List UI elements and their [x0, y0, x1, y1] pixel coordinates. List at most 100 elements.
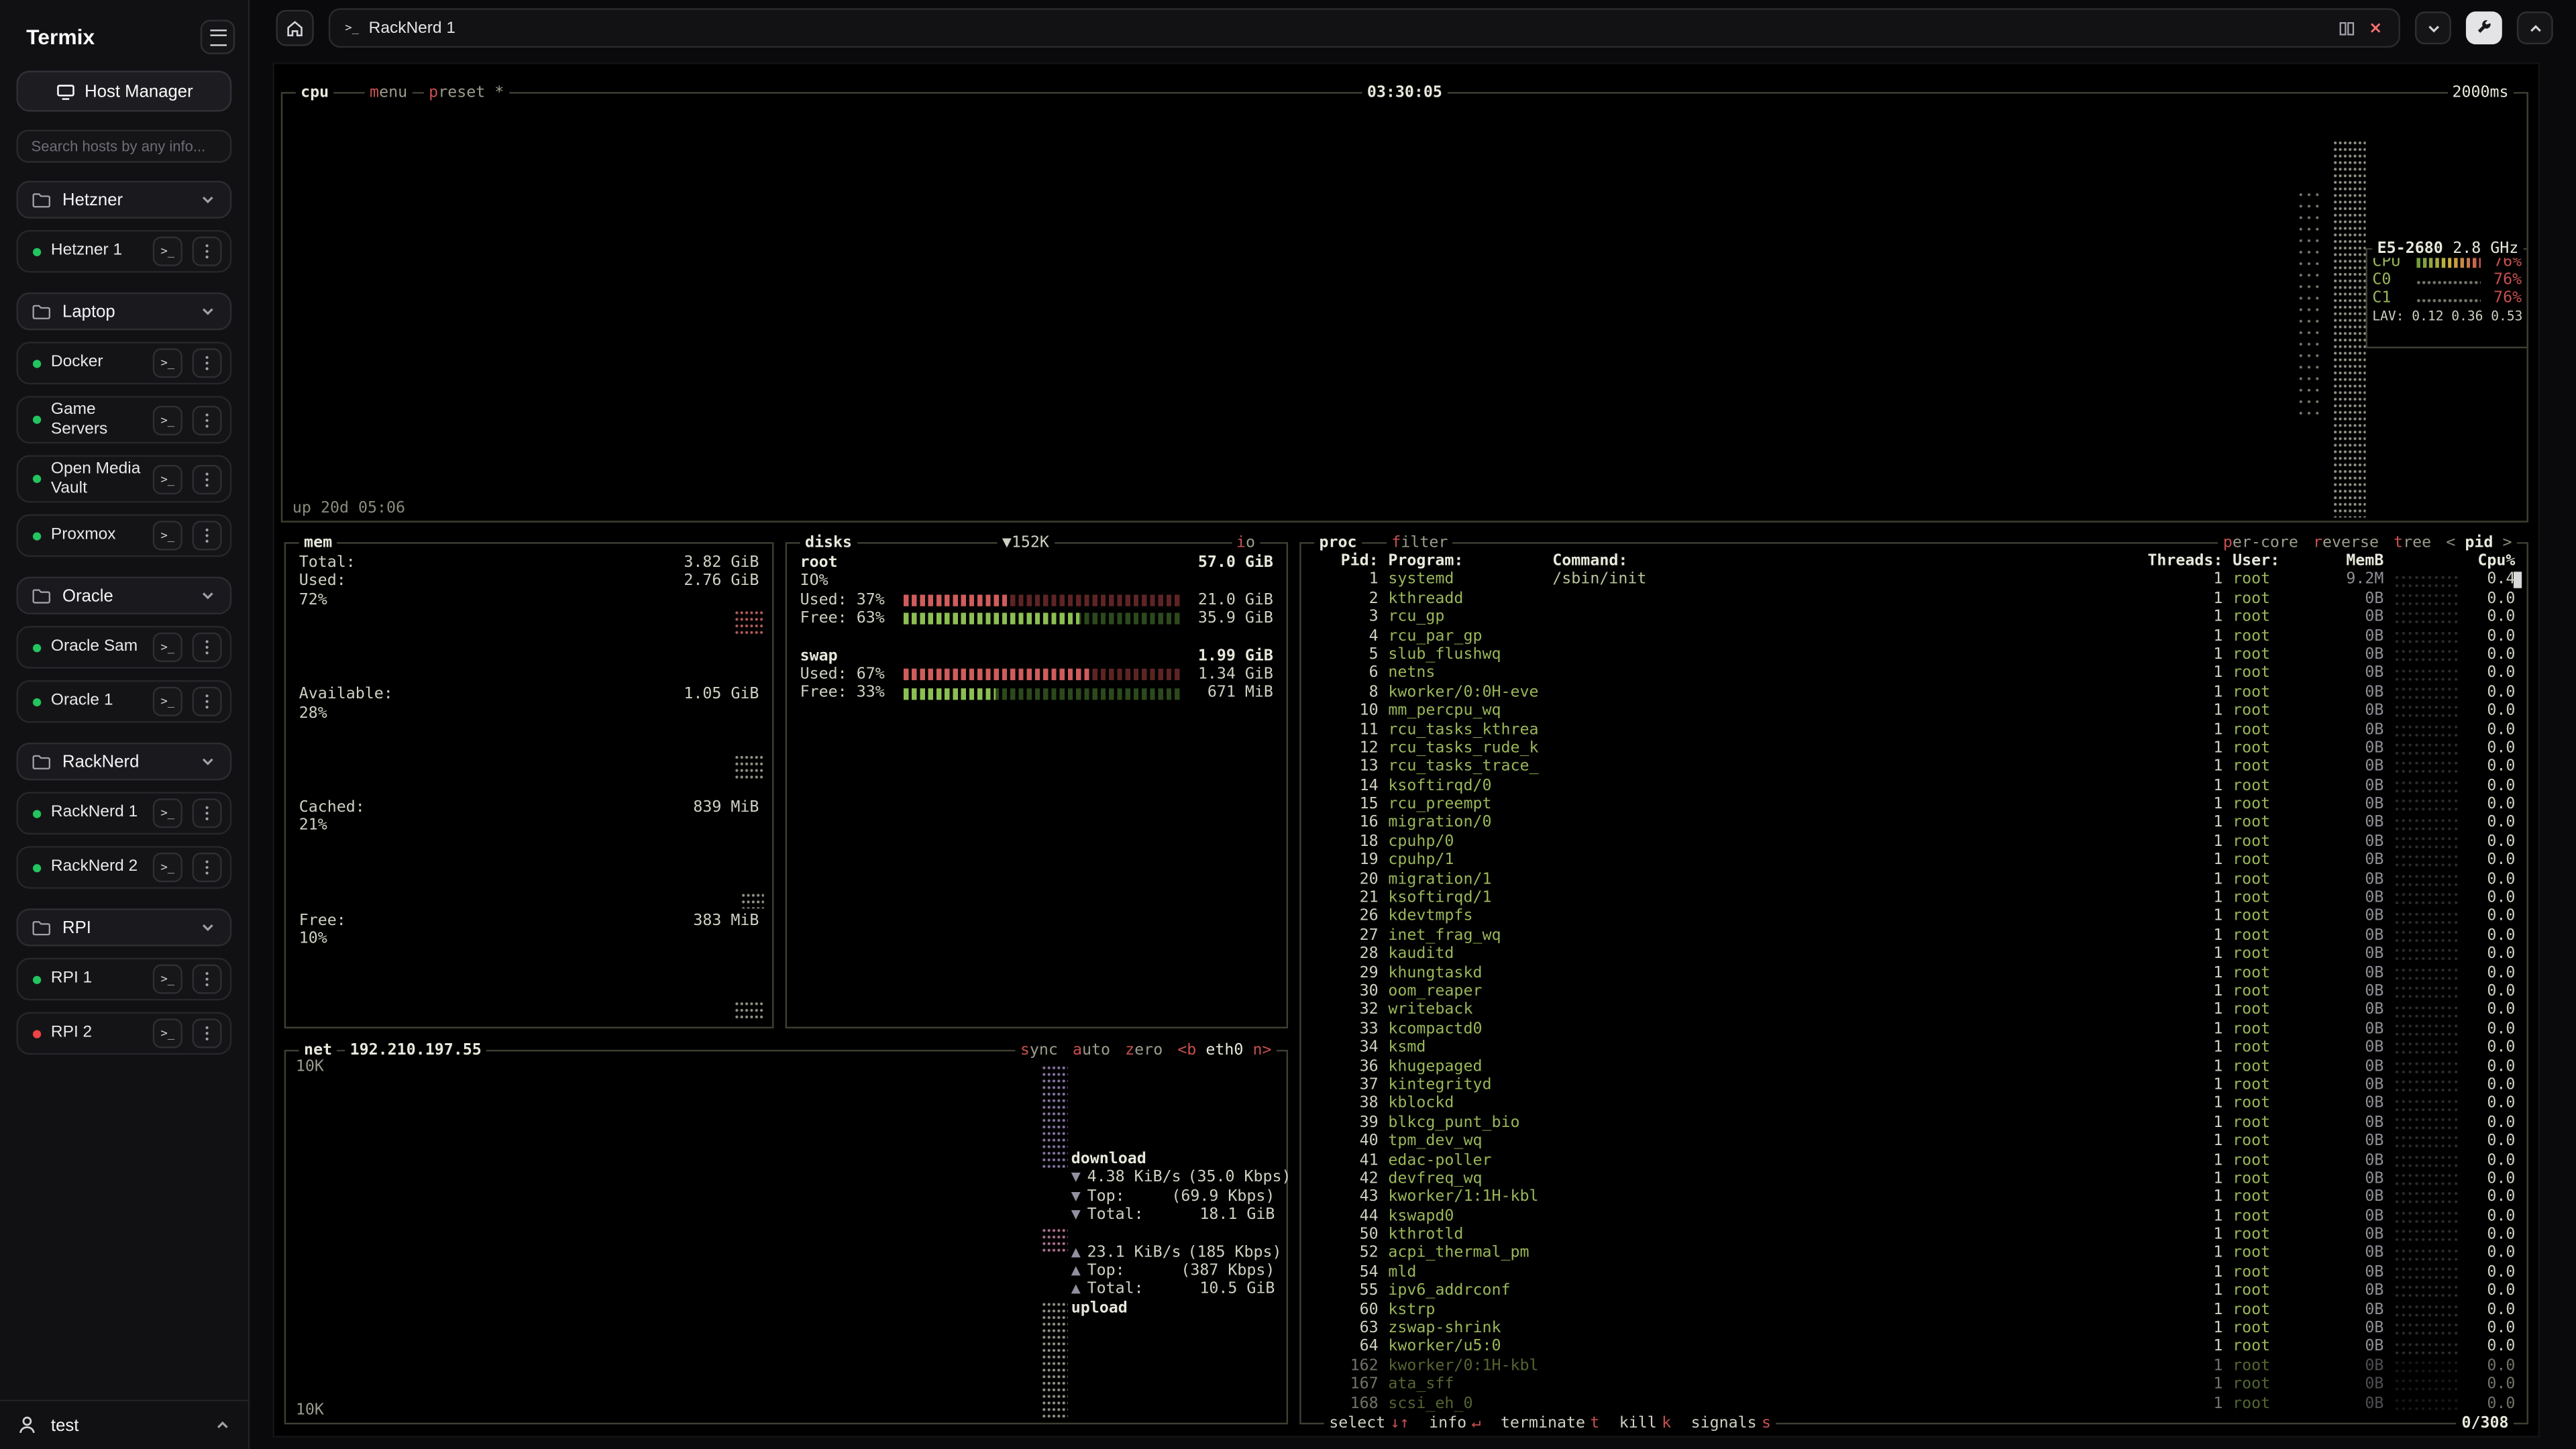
process-row[interactable]: 40 tpm_dev_wq 1 root 0B 0.0: [1313, 1132, 2516, 1151]
host-item[interactable]: Oracle Sam >_: [16, 626, 231, 669]
process-row[interactable]: 32 writeback 1 root 0B 0.0: [1313, 1001, 2516, 1020]
process-row[interactable]: 41 edac-poller 1 root 0B 0.0: [1313, 1151, 2516, 1170]
sidebar-menu-button[interactable]: [201, 19, 235, 54]
process-row[interactable]: 20 migration/1 1 root 0B 0.0: [1313, 870, 2516, 889]
connect-terminal-button[interactable]: >_: [153, 348, 182, 378]
process-row[interactable]: 6 netns 1 root 0B 0.0: [1313, 664, 2516, 683]
net-sync-toggle[interactable]: sync: [1020, 1042, 1058, 1061]
admin-tools-button[interactable]: [2466, 11, 2502, 44]
process-row[interactable]: 2 kthreadd 1 root 0B 0.0: [1313, 590, 2516, 608]
menu-button[interactable]: menu: [365, 84, 413, 103]
host-item[interactable]: RPI 2 >_: [16, 1012, 231, 1055]
host-menu-button[interactable]: [193, 521, 222, 550]
host-item[interactable]: RackNerd 2 >_: [16, 846, 231, 889]
process-row[interactable]: 50 kthrotld 1 root 0B 0.0: [1313, 1226, 2516, 1244]
host-item[interactable]: Open Media Vault >_: [16, 455, 231, 502]
folder-header[interactable]: RPI: [16, 908, 231, 946]
process-row[interactable]: 55 ipv6_addrconf 1 root 0B 0.0: [1313, 1282, 2516, 1301]
net-interface[interactable]: <b eth0 n>: [1177, 1042, 1271, 1061]
split-view-button[interactable]: [2338, 19, 2356, 37]
host-item[interactable]: Game Servers >_: [16, 396, 231, 443]
process-row[interactable]: 54 mld 1 root 0B 0.0: [1313, 1263, 2516, 1282]
process-row[interactable]: 16 migration/0 1 root 0B 0.0: [1313, 814, 2516, 833]
process-row[interactable]: 12 rcu_tasks_rude_k 1 root 0B 0.0: [1313, 739, 2516, 758]
process-row[interactable]: 18 cpuhp/0 1 root 0B 0.0: [1313, 833, 2516, 851]
process-row[interactable]: 44 kswapd0 1 root 0B 0.0: [1313, 1207, 2516, 1226]
process-row[interactable]: 27 inet_frag_wq 1 root 0B 0.0: [1313, 926, 2516, 945]
process-row[interactable]: 60 kstrp 1 root 0B 0.0: [1313, 1301, 2516, 1320]
connect-terminal-button[interactable]: >_: [153, 464, 182, 494]
active-tab[interactable]: >_ RackNerd 1: [329, 8, 2400, 48]
process-row[interactable]: 42 devfreq_wq 1 root 0B 0.0: [1313, 1169, 2516, 1188]
kill-key[interactable]: killk: [1619, 1414, 1671, 1433]
process-row[interactable]: 33 kcompactd0 1 root 0B 0.0: [1313, 1020, 2516, 1038]
host-menu-button[interactable]: [193, 1018, 222, 1048]
process-row[interactable]: 29 khungtaskd 1 root 0B 0.0: [1313, 964, 2516, 983]
process-row[interactable]: 36 khugepaged 1 root 0B 0.0: [1313, 1057, 2516, 1076]
process-row[interactable]: 5 slub_flushwq 1 root 0B 0.0: [1313, 645, 2516, 664]
process-row[interactable]: 28 kauditd 1 root 0B 0.0: [1313, 945, 2516, 964]
user-footer[interactable]: test: [0, 1400, 248, 1440]
host-menu-button[interactable]: [193, 687, 222, 716]
connect-terminal-button[interactable]: >_: [153, 405, 182, 435]
process-row[interactable]: 43 kworker/1:1H-kbl 1 root 0B 0.0: [1313, 1188, 2516, 1207]
process-row[interactable]: 19 cpuhp/1 1 root 0B 0.0: [1313, 851, 2516, 870]
host-menu-button[interactable]: [193, 633, 222, 662]
host-menu-button[interactable]: [193, 965, 222, 994]
process-row[interactable]: 39 blkcg_punt_bio 1 root 0B 0.0: [1313, 1114, 2516, 1132]
home-button[interactable]: [276, 10, 313, 46]
process-row[interactable]: 4 rcu_par_gp 1 root 0B 0.0: [1313, 627, 2516, 645]
host-item[interactable]: Docker >_: [16, 341, 231, 384]
connect-terminal-button[interactable]: >_: [153, 853, 182, 882]
process-row[interactable]: 21 ksoftirqd/1 1 root 0B 0.0: [1313, 889, 2516, 908]
folder-header[interactable]: Hetzner: [16, 180, 231, 218]
process-row[interactable]: 15 rcu_preempt 1 root 0B 0.0: [1313, 795, 2516, 814]
signals-key[interactable]: signalss: [1691, 1414, 1771, 1433]
info-key[interactable]: info↵: [1429, 1414, 1481, 1433]
host-menu-button[interactable]: [193, 853, 222, 882]
connect-terminal-button[interactable]: >_: [153, 687, 182, 716]
host-item[interactable]: RPI 1 >_: [16, 958, 231, 1001]
process-row[interactable]: 3 rcu_gp 1 root 0B 0.0: [1313, 608, 2516, 627]
process-row[interactable]: 1 systemd /sbin/init 1 root 9.2M 0.4: [1313, 571, 2516, 590]
process-row[interactable]: 37 kintegrityd 1 root 0B 0.0: [1313, 1076, 2516, 1095]
process-row[interactable]: 63 zswap-shrink 1 root 0B 0.0: [1313, 1320, 2516, 1338]
host-item[interactable]: Oracle 1 >_: [16, 680, 231, 723]
search-input[interactable]: [16, 129, 231, 162]
process-row[interactable]: 8 kworker/0:0H-eve 1 root 0B 0.0: [1313, 683, 2516, 702]
folder-header[interactable]: Oracle: [16, 577, 231, 614]
process-row[interactable]: 30 oom_reaper 1 root 0B 0.0: [1313, 982, 2516, 1001]
close-tab-button[interactable]: [2367, 19, 2383, 36]
host-item[interactable]: Hetzner 1 >_: [16, 230, 231, 273]
process-row[interactable]: 162 kworker/0:1H-kbl 1 root 0B 0.0: [1313, 1356, 2516, 1375]
net-auto-toggle[interactable]: auto: [1073, 1042, 1110, 1061]
process-row[interactable]: 10 mm_percpu_wq 1 root 0B 0.0: [1313, 702, 2516, 720]
host-item[interactable]: RackNerd 1 >_: [16, 792, 231, 835]
preset-button[interactable]: preset *: [424, 84, 509, 103]
host-manager-button[interactable]: Host Manager: [16, 70, 231, 111]
connect-terminal-button[interactable]: >_: [153, 965, 182, 994]
process-row[interactable]: 26 kdevtmpfs 1 root 0B 0.0: [1313, 908, 2516, 926]
process-row[interactable]: 34 ksmd 1 root 0B 0.0: [1313, 1038, 2516, 1057]
process-row[interactable]: 168 scsi_eh_0 1 root 0B 0.0: [1313, 1394, 2516, 1413]
process-row[interactable]: 38 kblockd 1 root 0B 0.0: [1313, 1095, 2516, 1114]
host-menu-button[interactable]: [193, 464, 222, 494]
update-interval[interactable]: 2000ms: [2447, 84, 2514, 103]
process-row[interactable]: 52 acpi_thermal_pm 1 root 0B 0.0: [1313, 1244, 2516, 1263]
folder-header[interactable]: Laptop: [16, 292, 231, 330]
process-row[interactable]: 14 ksoftirqd/0 1 root 0B 0.0: [1313, 777, 2516, 796]
host-menu-button[interactable]: [193, 348, 222, 378]
host-menu-button[interactable]: [193, 798, 222, 828]
folder-header[interactable]: RackNerd: [16, 743, 231, 780]
io-toggle[interactable]: io: [1232, 534, 1260, 553]
process-row[interactable]: 64 kworker/u5:0 1 root 0B 0.0: [1313, 1338, 2516, 1356]
process-row[interactable]: 13 rcu_tasks_trace_ 1 root 0B 0.0: [1313, 758, 2516, 777]
host-menu-button[interactable]: [193, 405, 222, 435]
terminate-key[interactable]: terminatet: [1501, 1414, 1599, 1433]
tab-list-button[interactable]: [2415, 11, 2451, 44]
host-menu-button[interactable]: [193, 237, 222, 266]
net-zero-toggle[interactable]: zero: [1125, 1042, 1163, 1061]
connect-terminal-button[interactable]: >_: [153, 798, 182, 828]
terminal-view[interactable]: cpu menu preset * 03:30:05 2000ms E5-268…: [273, 62, 2540, 1438]
connect-terminal-button[interactable]: >_: [153, 1018, 182, 1048]
